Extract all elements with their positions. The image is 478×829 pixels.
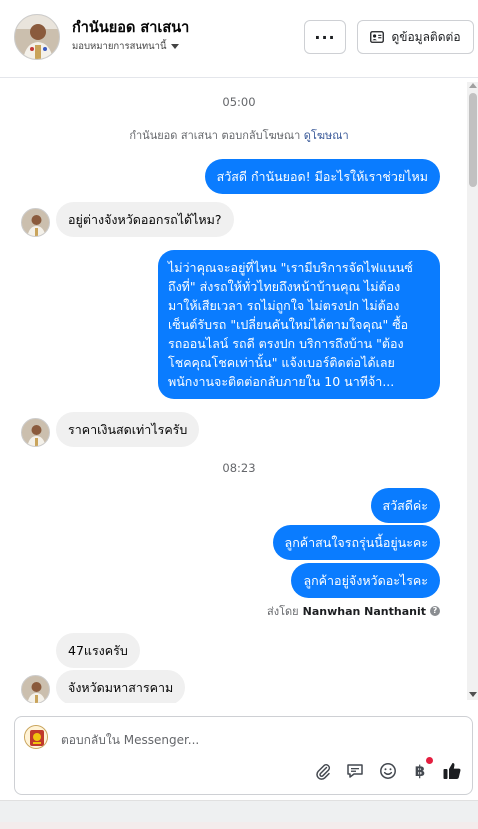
emoji-icon[interactable] [377, 760, 399, 782]
message-incoming[interactable]: อยู่ต่างจังหวัดออกรถได้ไหม? [56, 202, 234, 237]
contact-name[interactable]: กำนันยอด สาเสนา [72, 16, 189, 39]
more-dots-icon: ··· [314, 27, 336, 47]
scroll-down-arrow-icon[interactable] [469, 692, 477, 697]
page-avatar [24, 725, 48, 749]
footer-line [0, 822, 478, 829]
message-incoming[interactable]: ราคาเงินสดเท่าไรครับ [56, 412, 200, 447]
scroll-up-arrow-icon[interactable] [469, 83, 477, 88]
message-outgoing[interactable]: ไม่ว่าคุณจะอยู่ที่ไหน "เรามีบริการจัดไฟแ… [158, 250, 440, 399]
more-options-button[interactable]: ··· [304, 20, 346, 54]
conversation-panel: กำนันยอด สาเสนา มอบหมายการสนทนานี้ ··· ด… [0, 0, 478, 829]
payment-icon[interactable]: ฿ [409, 757, 433, 782]
sent-by-name[interactable]: Nanwhan Nanthanit [303, 605, 426, 618]
message-incoming[interactable]: 47แรงครับ [56, 633, 140, 668]
view-contact-info-button[interactable]: ดูข้อมูลติดต่อ [357, 20, 474, 54]
ad-reply-text: กำนันยอด สาเสนา ตอบกลับโฆษณา [129, 129, 301, 142]
sender-avatar[interactable] [21, 418, 50, 447]
notification-dot [426, 757, 433, 764]
sent-by-prefix: ส่งโดย [267, 605, 299, 618]
message-outgoing[interactable]: สวัสดี กำนันยอด! มีอะไรให้เราช่วยไหม [204, 159, 440, 194]
message-outgoing[interactable]: ลูกค้าอยู่จังหวัดอะไรคะ [291, 563, 440, 598]
view-ad-link[interactable]: ดูโฆษณา [304, 129, 349, 142]
reply-input[interactable] [61, 730, 361, 750]
paperclip-icon[interactable] [312, 760, 334, 782]
caret-down-icon [170, 44, 179, 49]
message-thread[interactable]: 05:00 กำนันยอด สาเสนา ตอบกลับโฆษณา ดูโฆษ… [0, 78, 478, 703]
like-icon[interactable] [441, 760, 463, 782]
sender-avatar[interactable] [21, 208, 50, 237]
message-incoming[interactable]: จังหวัดมหาสารคาม [56, 670, 186, 703]
contact-card-icon [370, 31, 385, 43]
sender-avatar[interactable] [21, 675, 50, 703]
timestamp: 05:00 [222, 95, 256, 109]
contact-avatar[interactable] [14, 14, 60, 60]
reply-composer: ฿ [14, 716, 473, 795]
timestamp: 08:23 [222, 461, 256, 475]
sent-by-info: ส่งโดย Nanwhan Nanthanit ? [267, 602, 440, 620]
help-icon[interactable]: ? [430, 606, 440, 616]
scrollbar-thumb[interactable] [469, 93, 477, 187]
assign-conversation-dropdown[interactable]: มอบหมายการสนทนานี้ [72, 39, 179, 54]
contact-info-label: ดูข้อมูลติดต่อ [391, 29, 461, 44]
message-outgoing[interactable]: ลูกค้าสนใจรถรุ่นนี้อยู่นะคะ [272, 525, 440, 560]
ad-reply-notice: กำนันยอด สาเสนา ตอบกลับโฆษณา ดูโฆษณา [0, 126, 478, 144]
conversation-header: กำนันยอด สาเสนา มอบหมายการสนทนานี้ ··· ด… [0, 0, 478, 78]
saved-reply-icon[interactable] [344, 760, 366, 782]
message-outgoing[interactable]: สวัสดีค่ะ [370, 488, 440, 523]
assign-label: มอบหมายการสนทนานี้ [72, 41, 167, 52]
